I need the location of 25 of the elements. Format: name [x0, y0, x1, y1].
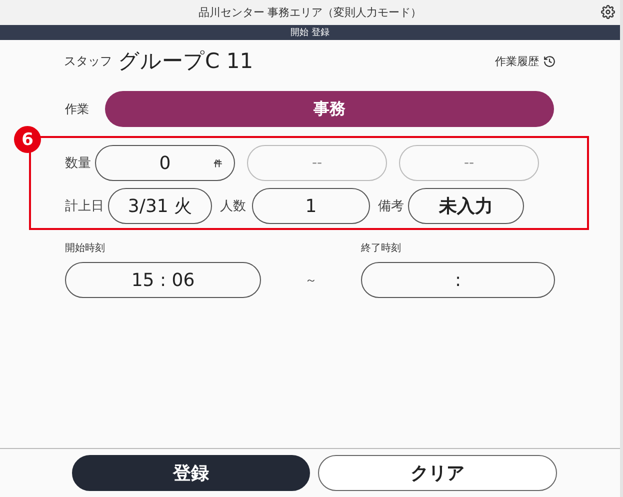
field-label: 人数	[220, 198, 246, 215]
register-button[interactable]: 登録	[72, 455, 310, 491]
window-title: 品川センター 事務エリア（変則人力モード）	[198, 5, 422, 20]
quantity-field[interactable]: 0 件	[95, 145, 235, 181]
clear-button[interactable]: クリア	[318, 455, 557, 491]
end-time-field[interactable]: :	[361, 262, 555, 298]
staff-label: スタッフ	[64, 52, 112, 70]
quantity-label: 数量	[65, 155, 91, 172]
field-label: 備考	[378, 198, 404, 215]
annotation-badge: 6	[14, 126, 41, 153]
value-field[interactable]: 3/31 火	[108, 188, 212, 224]
range-separator: ～	[304, 272, 318, 288]
history-link[interactable]: 作業履歴	[495, 54, 556, 68]
end-time-label: 終了時刻	[361, 242, 402, 255]
value-field[interactable]: 1	[252, 188, 370, 224]
field-label: 計上日	[65, 198, 104, 215]
start-time-label: 開始時刻	[65, 242, 106, 255]
settings-icon[interactable]	[601, 5, 615, 19]
staff-name: グループC 11	[118, 48, 254, 75]
value-field[interactable]: 未入力	[408, 188, 524, 224]
mode-label: 開始 登録	[290, 26, 330, 39]
work-selector[interactable]: 事務	[105, 91, 554, 127]
start-time-field[interactable]: 15 : 06	[65, 262, 261, 298]
work-label: 作業	[65, 100, 89, 118]
history-icon	[543, 54, 556, 68]
